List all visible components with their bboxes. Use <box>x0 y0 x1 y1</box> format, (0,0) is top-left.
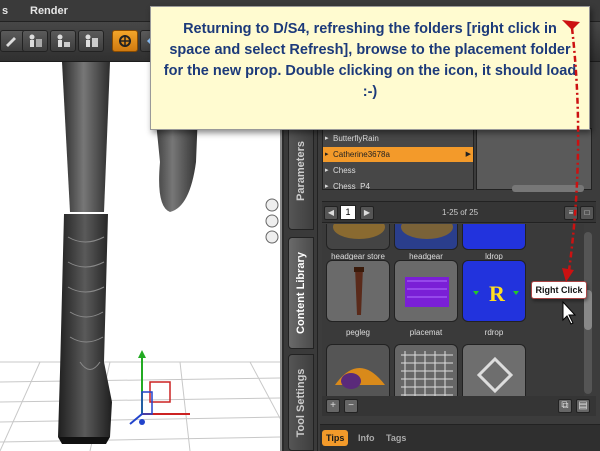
camera-controls[interactable] <box>264 197 280 245</box>
folder-label: Catherine3678a <box>333 150 390 159</box>
expand-right-icon: ▶ <box>465 151 471 158</box>
pose-icon <box>85 34 98 47</box>
copy-button[interactable]: ⧉ <box>558 399 572 413</box>
tab-content-library-label: Content Library <box>295 252 307 334</box>
node-tool-button[interactable] <box>50 30 76 52</box>
folder-item[interactable]: ▸ ButterflyRain <box>323 131 473 146</box>
grid-item-label: rdrop <box>484 328 504 337</box>
folder-tree[interactable]: ▸ ButterflyRain ▸ Catherine3678a ▶ ▸ Chess ▸… <box>322 128 474 190</box>
left-leg <box>62 62 110 212</box>
prev-page-button[interactable]: ◀ <box>324 206 338 220</box>
hat-thumbnail <box>394 224 458 250</box>
purple-placemat-thumbnail <box>394 260 458 322</box>
instruction-callout: Returning to D/S4, refreshing the folder… <box>150 6 590 130</box>
figure-tool-button[interactable] <box>22 30 48 52</box>
folder-item[interactable]: ▸ Chess <box>323 163 473 178</box>
tab-tool-settings-label: Tool Settings <box>295 368 307 437</box>
daz-studio-window: s Render Parameters Content Library Tool… <box>0 0 600 451</box>
next-page-button[interactable]: ▶ <box>360 206 374 220</box>
pegleg-thumbnail <box>326 260 390 322</box>
grid-item-label: placemat <box>409 328 443 337</box>
icon-size-button[interactable]: □ <box>580 206 594 220</box>
tab-tool-settings[interactable]: Tool Settings <box>288 354 314 451</box>
tips-bar: Tips Info Tags <box>320 424 600 451</box>
menu-item-s[interactable]: s <box>2 5 8 17</box>
pager: ◀ 1 ▶ 1-25 of 25 ≡ □ <box>322 201 596 223</box>
transform-gizmo <box>129 350 190 425</box>
tab-parameters-label: Parameters <box>295 141 307 201</box>
blue-ldrop-thumbnail <box>462 224 526 250</box>
camera-icon <box>265 198 279 244</box>
vertical-scrollbar[interactable] <box>584 232 592 394</box>
pose-tool-button[interactable] <box>78 30 104 52</box>
universal-tool-button[interactable] <box>112 30 138 52</box>
add-button[interactable]: + <box>326 399 340 413</box>
folder-item-selected[interactable]: ▸ Catherine3678a ▶ <box>323 147 473 162</box>
hat-thumbnail <box>326 224 390 250</box>
menu-item-render[interactable]: Render <box>30 5 68 17</box>
folder-label: ButterflyRain <box>333 134 379 143</box>
arrow-icon <box>6 37 16 47</box>
folder-label: Chess_P4 <box>333 182 370 190</box>
tab-tags[interactable]: Tags <box>382 430 410 446</box>
horizontal-scrollbar[interactable] <box>512 185 584 192</box>
figure-icon <box>29 34 42 47</box>
boot <box>58 214 112 437</box>
node-icon <box>57 34 70 47</box>
page-number-field[interactable]: 1 <box>340 205 356 220</box>
options-button[interactable]: ▤ <box>576 399 590 413</box>
content-grid[interactable]: headgear store headgear ldrop pegleg pla… <box>322 224 584 410</box>
view-options-button[interactable]: ≡ <box>564 206 578 220</box>
remove-button[interactable]: − <box>344 399 358 413</box>
universal-tool-icon <box>119 35 131 47</box>
tab-tips[interactable]: Tips <box>322 430 349 446</box>
subfolder-view[interactable] <box>476 128 592 190</box>
blue-rdrop-thumbnail: R <box>462 260 526 322</box>
grid-item-label: pegleg <box>345 328 371 337</box>
tab-content-library[interactable]: Content Library <box>288 237 314 349</box>
grid-toolbar: + − ⧉ ▤ <box>322 396 596 416</box>
tab-info[interactable]: Info <box>354 430 379 446</box>
right-click-badge: Right Click <box>531 281 587 299</box>
r-letter: R <box>489 281 506 306</box>
item-count: 1-25 of 25 <box>442 208 479 217</box>
folder-label: Chess <box>333 166 356 175</box>
folder-item[interactable]: ▸ Chess_P4 <box>323 179 473 190</box>
